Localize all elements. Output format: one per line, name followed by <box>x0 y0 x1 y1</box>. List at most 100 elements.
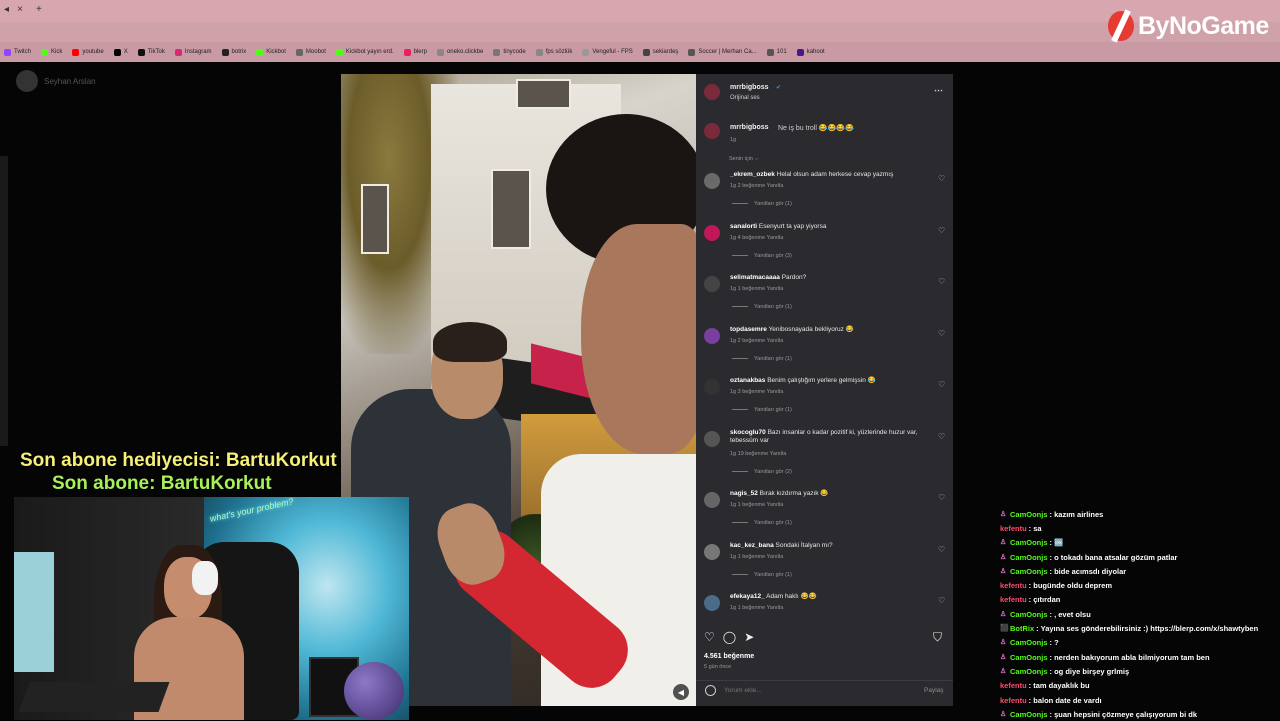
bookmark-item[interactable]: TikTok <box>137 48 165 56</box>
comment-input[interactable] <box>724 687 884 694</box>
avatar[interactable] <box>704 173 720 189</box>
chat-username[interactable]: kefentu <box>1000 581 1027 590</box>
bookmark-item[interactable]: blerp <box>403 48 427 56</box>
comment-like-icon[interactable]: ♡ <box>938 226 945 235</box>
close-tab-icon[interactable]: × <box>17 4 23 15</box>
chat-username[interactable]: kefentu <box>1000 681 1027 690</box>
comment-user[interactable]: sanalorti <box>730 223 757 230</box>
save-icon[interactable]: ⛉ <box>933 630 942 645</box>
chat-username[interactable]: CamOonjs <box>1010 610 1048 619</box>
chat-username[interactable]: BotRix <box>1010 624 1034 633</box>
more-options-icon[interactable]: ⋯ <box>934 85 943 96</box>
avatar[interactable] <box>704 84 720 100</box>
new-tab-icon[interactable]: + <box>36 4 42 15</box>
post-comment-button[interactable]: Paylaş <box>924 687 944 694</box>
comment-like-icon[interactable]: ♡ <box>938 432 945 441</box>
comment-icon[interactable]: ◯ <box>723 630 736 644</box>
mute-icon[interactable]: ◀ <box>673 684 689 700</box>
bookmark-item[interactable]: Vengeful - FPS <box>582 48 633 56</box>
view-replies[interactable]: Yanıtları gör (1) <box>732 407 792 413</box>
avatar[interactable] <box>704 379 720 395</box>
comment-body: efekaya12_ Adam haklı 😂😂 <box>730 593 930 601</box>
avatar[interactable] <box>704 123 720 139</box>
bookmark-item[interactable]: fps sözlük <box>535 48 572 56</box>
caption-author[interactable]: mrrbigboss <box>730 124 769 131</box>
chat-username[interactable]: CamOonjs <box>1010 510 1048 519</box>
bookmark-item[interactable]: kahoot <box>796 48 825 56</box>
comment-meta[interactable]: 1g 2 beğenme Yanıtla <box>730 338 783 344</box>
bookmark-item[interactable]: Soccer | Merhan Ca... <box>688 48 757 56</box>
avatar[interactable] <box>704 431 720 447</box>
like-count[interactable]: 4.561 beğenme <box>704 653 754 660</box>
avatar[interactable] <box>704 225 720 241</box>
comment-meta[interactable]: 1g 4 beğenme Yanıtla <box>730 235 783 241</box>
comment-user[interactable]: selimatmacaaaa <box>730 274 780 281</box>
chat-username[interactable]: CamOonjs <box>1010 567 1048 576</box>
comment-meta[interactable]: 1g 1 beğenme Yanıtla <box>730 554 783 560</box>
chat-username[interactable]: CamOonjs <box>1010 553 1048 562</box>
view-replies[interactable]: Yanıtları gör (1) <box>732 201 792 207</box>
comment-meta[interactable]: 1g 1 beğenme Yanıtla <box>730 286 783 292</box>
chat-username[interactable]: kefentu <box>1000 595 1027 604</box>
avatar[interactable] <box>704 328 720 344</box>
comment-meta[interactable]: 1g 1 beğenme Yanıtla <box>730 502 783 508</box>
bookmark-item[interactable]: Twitch <box>4 48 31 56</box>
bookmark-item[interactable]: Moobot <box>295 48 326 56</box>
bookmark-item[interactable]: Instagram <box>174 48 212 56</box>
comment-like-icon[interactable]: ♡ <box>938 596 945 605</box>
view-replies[interactable]: Yanıtları gör (2) <box>732 469 792 475</box>
chat-username[interactable]: kefentu <box>1000 524 1027 533</box>
like-icon[interactable]: ♡ <box>704 630 715 644</box>
bookmark-item[interactable]: youtube <box>72 48 104 56</box>
avatar[interactable] <box>704 595 720 611</box>
comment-like-icon[interactable]: ♡ <box>938 277 945 286</box>
tab-back-icon[interactable]: ◂ <box>4 4 9 15</box>
view-replies[interactable]: Yanıtları gör (1) <box>732 304 792 310</box>
comment-like-icon[interactable]: ♡ <box>938 174 945 183</box>
comment-user[interactable]: efekaya12_ <box>730 593 765 600</box>
avatar[interactable] <box>704 544 720 560</box>
view-replies[interactable]: Yanıtları gör (1) <box>732 356 792 362</box>
bookmark-item[interactable]: tinycode <box>493 48 526 56</box>
bookmark-item[interactable]: 101 <box>766 48 787 56</box>
view-replies[interactable]: Yanıtları gör (1) <box>732 572 792 578</box>
comment-user[interactable]: skocoglu70 <box>730 429 766 436</box>
avatar[interactable] <box>704 492 720 508</box>
emoji-icon[interactable] <box>705 685 716 696</box>
chat-username[interactable]: CamOonjs <box>1010 538 1048 547</box>
comment-like-icon[interactable]: ♡ <box>938 380 945 389</box>
chat-username[interactable]: kefentu <box>1000 696 1027 705</box>
avatar[interactable] <box>704 276 720 292</box>
bookmark-item[interactable]: Kickbot <box>256 48 286 56</box>
chat-message: ♙ CamOonjs: o tokadı bana atsalar gözüm p… <box>1000 550 1280 564</box>
comment-meta[interactable]: 1g 3 beğenme Yanıtla <box>730 389 783 395</box>
comment-meta[interactable]: 1g 19 beğenme Yanıtla <box>730 451 786 457</box>
page-user[interactable]: Seyhan Arslan <box>16 70 96 92</box>
view-replies[interactable]: Yanıtları gör (1) <box>732 520 792 526</box>
bookmark-item[interactable]: Kickbot yayın erd. <box>335 48 394 56</box>
bookmark-item[interactable]: Kick <box>41 48 62 56</box>
comment-like-icon[interactable]: ♡ <box>938 545 945 554</box>
comment-user[interactable]: topdasemre <box>730 326 767 333</box>
audio-label[interactable]: Orijinal ses <box>730 95 760 101</box>
chat-username[interactable]: CamOonjs <box>1010 667 1048 676</box>
bookmark-item[interactable]: sekiardeş <box>642 48 678 56</box>
comment-meta[interactable]: 1g 1 beğenme Yanıtla <box>730 605 783 611</box>
bookmark-item[interactable]: X <box>113 48 128 56</box>
share-icon[interactable]: ➤ <box>744 630 754 644</box>
bookmark-item[interactable]: botrix <box>221 48 246 56</box>
sort-dropdown[interactable]: Senin için ⌵ <box>729 156 759 163</box>
comment-user[interactable]: kac_kez_bana <box>730 542 774 549</box>
chat-username[interactable]: CamOonjs <box>1010 710 1048 719</box>
chat-username[interactable]: CamOonjs <box>1010 653 1048 662</box>
comment-user[interactable]: nagis_52 <box>730 490 758 497</box>
view-replies[interactable]: Yanıtları gör (3) <box>732 253 792 259</box>
bookmark-item[interactable]: oneko.clickbe <box>436 48 483 56</box>
post-author[interactable]: mrrbigboss <box>730 84 769 91</box>
comment-meta[interactable]: 1g 2 beğenme Yanıtla <box>730 183 783 189</box>
comment-user[interactable]: _ekrem_ozbek <box>730 171 775 178</box>
comment-like-icon[interactable]: ♡ <box>938 493 945 502</box>
chat-username[interactable]: CamOonjs <box>1010 638 1048 647</box>
comment-user[interactable]: oztanakbas <box>730 377 765 384</box>
comment-like-icon[interactable]: ♡ <box>938 329 945 338</box>
